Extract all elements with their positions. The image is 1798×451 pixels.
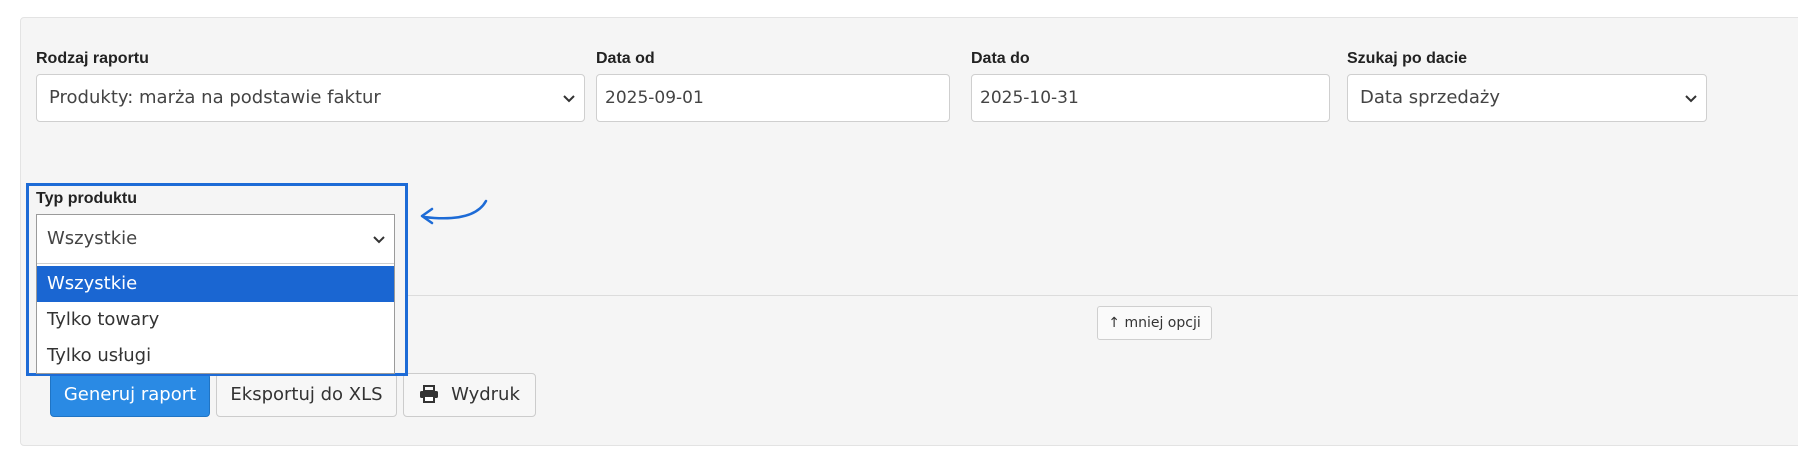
product-type-option[interactable]: Tylko usługi — [37, 338, 394, 374]
date-from-label: Data od — [596, 50, 655, 67]
export-xls-button[interactable]: Eksportuj do XLS — [216, 373, 397, 417]
date-to-label: Data do — [971, 50, 1030, 67]
product-type-option[interactable]: Wszystkie — [37, 266, 394, 302]
chevron-down-icon — [563, 95, 575, 103]
section-divider — [395, 295, 1798, 296]
printer-icon — [420, 385, 439, 403]
product-type-value: Wszystkie — [47, 228, 138, 249]
chevron-down-icon — [373, 236, 385, 244]
generate-report-button[interactable]: Generuj raport — [50, 373, 210, 417]
report-type-value: Produkty: marża na podstawie faktur — [49, 87, 381, 108]
date-from-input[interactable]: 2025-09-01 — [596, 74, 950, 122]
product-type-option[interactable]: Tylko towary — [37, 302, 394, 338]
chevron-down-icon — [1685, 95, 1697, 103]
search-by-date-value: Data sprzedaży — [1360, 87, 1500, 108]
search-by-date-select[interactable]: Data sprzedaży — [1347, 74, 1707, 122]
print-button-label: Wydruk — [451, 384, 520, 405]
product-type-label: Typ produktu — [36, 190, 138, 207]
product-type-dropdown[interactable]: Wszystkie Wszystkie Tylko towary Tylko u… — [36, 214, 395, 374]
product-type-select[interactable]: Wszystkie — [37, 215, 394, 264]
report-type-label: Rodzaj raportu — [36, 50, 149, 67]
search-by-date-label: Szukaj po dacie — [1347, 50, 1468, 67]
less-options-button[interactable]: ↑ mniej opcji — [1097, 306, 1212, 340]
curved-arrow-icon — [420, 199, 488, 225]
report-type-select[interactable]: Produkty: marża na podstawie faktur — [36, 74, 585, 122]
date-to-input[interactable]: 2025-10-31 — [971, 74, 1330, 122]
print-button[interactable]: Wydruk — [403, 373, 536, 417]
